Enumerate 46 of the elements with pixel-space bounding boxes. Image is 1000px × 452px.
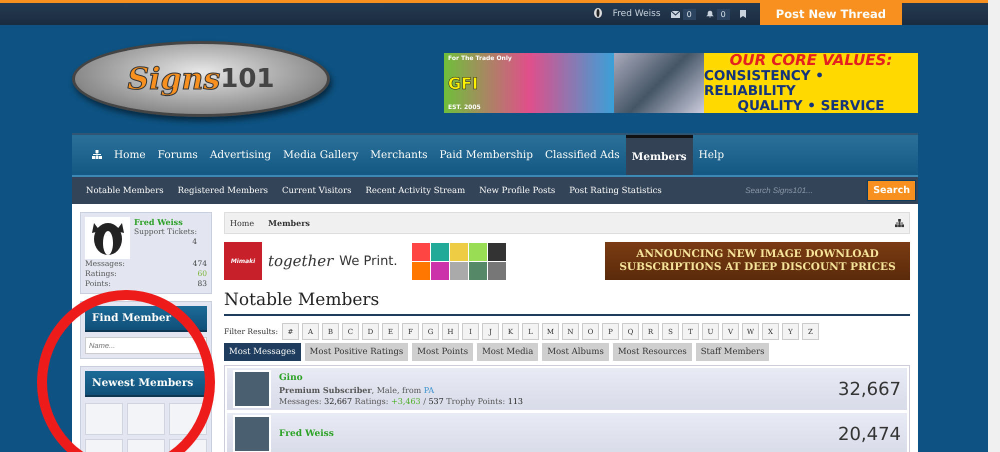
ranking-tab[interactable]: Most Points (412, 343, 474, 361)
sub-nav-link[interactable]: Notable Members (86, 186, 164, 196)
announcement-ad[interactable]: ANNOUNCING NEW IMAGE DOWNLOAD SUBSCRIPTIONS AT DEEP DISCOUNT PRICES (605, 242, 910, 280)
inbox-count: 0 (682, 8, 696, 20)
nav-tab[interactable]: Members (626, 135, 693, 175)
breadcrumb-link[interactable]: Home (230, 218, 254, 228)
message-count: 20,474 (838, 424, 901, 444)
alerts-count: 0 (716, 8, 730, 20)
envelope-icon[interactable] (670, 10, 680, 18)
nav-tab[interactable]: Merchants (364, 135, 434, 175)
nav-tab[interactable]: Media Gallery (277, 135, 364, 175)
search-field[interactable]: Search Signs101... (743, 185, 848, 196)
member-info: Premium Subscriber, Male, from PA (279, 384, 436, 394)
member-thumbnail[interactable] (85, 403, 123, 435)
sub-nav-link[interactable]: New Profile Posts (479, 186, 556, 196)
nav-tab[interactable]: Forums (152, 135, 204, 175)
sub-nav-link[interactable]: Registered Members (178, 186, 268, 196)
ranking-tab[interactable]: Most Messages (224, 343, 301, 361)
page-title: Notable Members (224, 290, 910, 316)
bookmark-icon[interactable] (740, 10, 746, 18)
nav-tab[interactable]: Advertising (204, 135, 278, 175)
avatar-placeholder (233, 415, 271, 452)
avatar-placeholder (233, 370, 271, 408)
ranking-tab[interactable]: Most Positive Ratings (304, 343, 408, 361)
bell-icon[interactable] (706, 10, 714, 18)
ranking-tab[interactable]: Most Resources (612, 343, 692, 361)
sub-nav-link[interactable]: Post Rating Statistics (569, 186, 662, 196)
sitemap-icon (92, 150, 102, 160)
member-thumbnail[interactable] (127, 403, 165, 435)
username-link[interactable]: Fred Weiss (612, 9, 661, 19)
nav-tab[interactable]: Paid Membership (434, 135, 539, 175)
scrollbar[interactable] (988, 0, 1000, 452)
sub-nav-link[interactable]: Current Visitors (282, 186, 352, 196)
breadcrumb-link[interactable]: Members (268, 218, 310, 228)
message-count: 32,667 (838, 378, 901, 400)
site-logo[interactable]: Signs101 (72, 41, 330, 117)
nav-tab[interactable]: Help (692, 135, 730, 175)
sub-nav-link[interactable]: Recent Activity Stream (365, 186, 466, 196)
nav-tab[interactable]: Home (108, 135, 152, 175)
newest-members-heading: Newest Members (85, 371, 207, 397)
sitemap-icon (895, 218, 904, 228)
ranking-tab[interactable]: Staff Members (696, 343, 770, 361)
ranking-tab[interactable]: Most Albums (542, 343, 609, 361)
nav-tab[interactable]: Classified Ads (538, 135, 626, 175)
ranking-tab[interactable]: Most Media (477, 343, 538, 361)
member-stats: Messages: 32,667 Ratings: +3,463 / 537 Trophy Points: 113 (279, 396, 524, 406)
